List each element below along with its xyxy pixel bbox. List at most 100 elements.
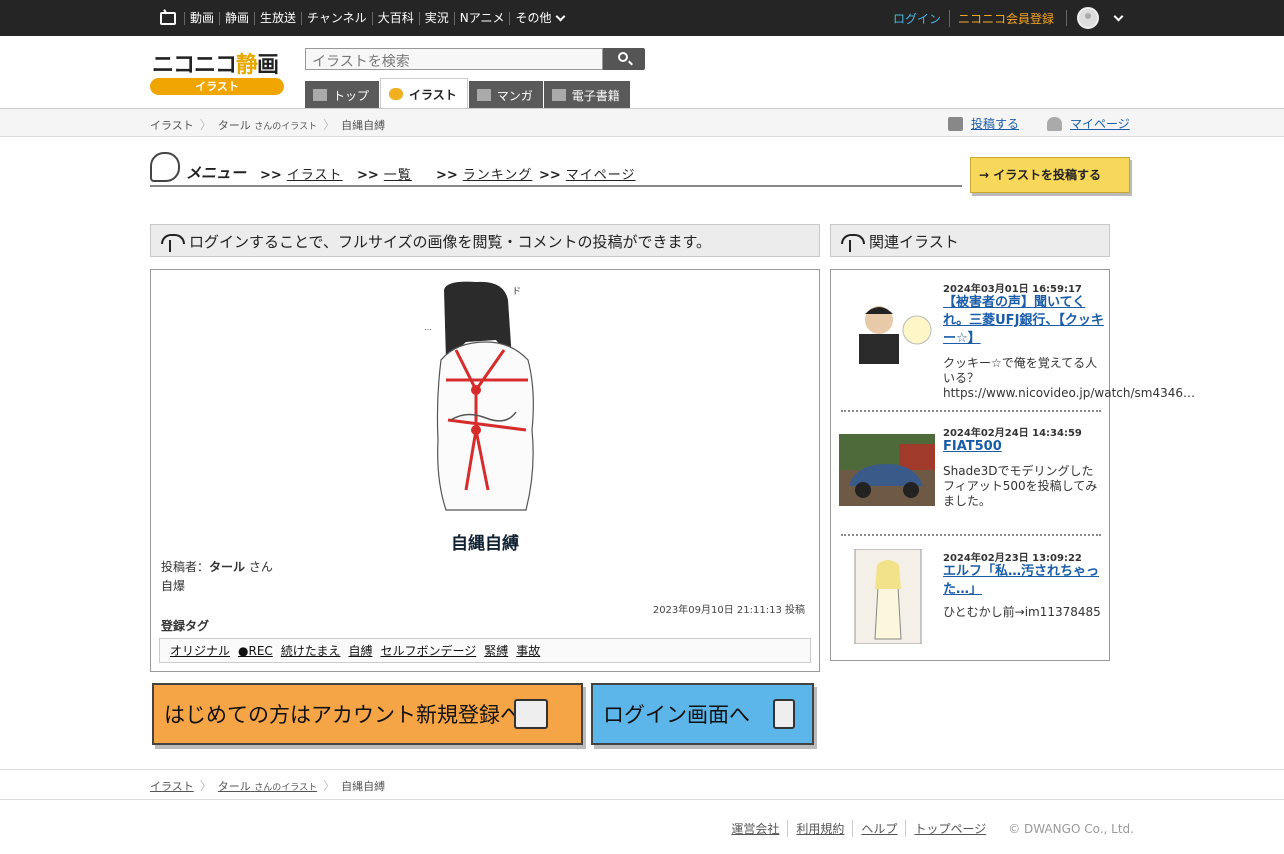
breadcrumb-user-suffix: さんのイラスト xyxy=(254,121,318,132)
post-link-label: 投稿する xyxy=(971,117,1020,131)
posted-timestamp: 2023年09月10日 21:11:13 投稿 xyxy=(652,605,805,616)
related-header-text: 関連イラスト xyxy=(869,233,959,251)
breadcrumb-user-suffix: さんのイラスト xyxy=(254,782,318,793)
footer-link-help[interactable]: ヘルプ xyxy=(852,820,905,837)
nav-douga[interactable]: 動画 xyxy=(184,11,219,25)
tab-manga[interactable]: マンガ xyxy=(468,81,543,109)
nav-more[interactable]: その他 xyxy=(509,10,569,25)
menu-link-ranking[interactable]: >> ランキング xyxy=(436,164,532,183)
menu-link-illust-label: イラスト xyxy=(286,168,343,183)
tab-ebook[interactable]: 電子書籍 xyxy=(543,81,630,109)
login-notice-text: ログインすることで、フルサイズの画像を閲覧・コメントの投稿ができます。 xyxy=(189,233,712,251)
breadcrumb-arrow-icon: 〉 xyxy=(323,118,336,132)
breadcrumb-root[interactable]: イラスト xyxy=(150,117,194,133)
search-button[interactable] xyxy=(603,48,645,70)
palette-icon xyxy=(389,88,404,100)
upload-icon xyxy=(948,116,963,131)
nav-more-label: その他 xyxy=(515,10,552,25)
menu-link-illust[interactable]: >> イラスト xyxy=(260,164,343,183)
footer-link-company[interactable]: 運営会社 xyxy=(723,820,787,837)
breadcrumb-user-name: タール xyxy=(217,118,251,132)
related-title[interactable]: エルフ「私…汚されちゃった…」 xyxy=(943,563,1105,599)
login-notice-header: ログインすることで、フルサイズの画像を閲覧・コメントの投稿ができます。 xyxy=(150,224,820,257)
related-text: Shade3Dでモデリングしたフィアット500を投稿してみました。 xyxy=(943,464,1098,508)
breadcrumb-user[interactable]: タール さんのイラスト xyxy=(218,117,317,133)
menu-link-mypage-label: マイページ xyxy=(565,168,636,183)
tag-item[interactable]: 緊縛 xyxy=(484,642,508,659)
tab-manga-label: マンガ xyxy=(496,88,533,103)
illust-description: 自爆 xyxy=(161,579,186,593)
header-actions: 投稿する マイページ xyxy=(948,115,1158,132)
tag-item[interactable]: セルフボンデージ xyxy=(380,642,476,659)
niconico-tv-icon[interactable] xyxy=(160,11,176,25)
tag-item[interactable]: 続けたまえ xyxy=(281,642,341,659)
tab-illust-label: イラスト xyxy=(409,87,457,102)
tag-item[interactable]: 自縛 xyxy=(348,642,372,659)
logo-sub-label: イラスト xyxy=(150,78,284,95)
nav-channel[interactable]: チャンネル xyxy=(301,11,372,25)
global-nav: 動画 静画 生放送 チャンネル 大百科 実況 Nアニメ その他 xyxy=(160,0,569,36)
illust-image[interactable]: ド … xyxy=(416,280,553,520)
illust-title: 自縄自縛 xyxy=(451,534,519,554)
account-area: ログイン ニコニコ会員登録 xyxy=(893,0,1284,36)
section-tabs: トップ イラスト マンガ 電子書籍 xyxy=(305,78,631,109)
signup-banner[interactable]: はじめての方はアカウント新規登録へ xyxy=(152,683,583,745)
avatar[interactable] xyxy=(1077,7,1099,29)
nav-jikkyo[interactable]: 実況 xyxy=(418,11,454,25)
related-thumbnail[interactable] xyxy=(839,549,935,644)
tag-item[interactable]: ●REC xyxy=(238,644,273,658)
footer-link-terms[interactable]: 利用規約 xyxy=(787,820,852,837)
tab-top[interactable]: トップ xyxy=(305,81,380,109)
nav-live[interactable]: 生放送 xyxy=(254,11,301,25)
related-divider xyxy=(841,534,1101,536)
home-icon xyxy=(313,89,327,101)
menu-label: メニュー xyxy=(186,164,247,182)
related-item: 2024年03月01日 16:59:17 【被害者の声】聞いてくれ。三菱UFJ銀… xyxy=(839,280,1195,412)
menu-link-mypage[interactable]: >> マイページ xyxy=(539,164,636,183)
menu-link-list-label: 一覧 xyxy=(383,168,412,183)
breadcrumb-arrow-icon: 〉 xyxy=(199,118,212,132)
manga-icon xyxy=(476,89,491,101)
chevron-down-icon[interactable] xyxy=(1113,11,1124,21)
poster-name[interactable]: タール xyxy=(209,560,245,574)
breadcrumb-root[interactable]: イラスト xyxy=(150,778,194,794)
tab-illust[interactable]: イラスト xyxy=(380,78,468,109)
footer-divider xyxy=(0,769,1284,770)
breadcrumb-bottom: イラスト 〉 タール さんのイラスト 〉 自縄自縛 xyxy=(150,777,385,794)
palette-icon xyxy=(150,152,180,182)
tags-label: 登録タグ xyxy=(161,619,210,633)
related-title[interactable]: FIAT500 xyxy=(943,438,1105,456)
related-thumbnail[interactable] xyxy=(839,294,935,364)
search-icon xyxy=(618,52,628,62)
register-link[interactable]: ニコニコ会員登録 xyxy=(948,9,1062,27)
tag-item[interactable]: オリジナル xyxy=(170,642,230,659)
post-illust-button[interactable]: → イラストを投稿する xyxy=(970,157,1130,193)
login-banner[interactable]: ログイン画面へ xyxy=(591,683,814,745)
related-date: 2024年02月23日 13:09:22 xyxy=(943,553,1082,564)
breadcrumb-user[interactable]: タール さんのイラスト xyxy=(218,778,317,794)
poster-suffix: さん xyxy=(248,560,273,574)
login-link[interactable]: ログイン xyxy=(893,10,949,27)
related-date: 2024年02月24日 14:34:59 xyxy=(943,428,1082,439)
nav-dic[interactable]: 大百科 xyxy=(371,11,419,25)
mypage-link-label: マイページ xyxy=(1070,117,1130,131)
related-title[interactable]: 【被害者の声】聞いてくれ。三菱UFJ銀行、【クッキー☆】 xyxy=(943,294,1105,348)
nav-nanime[interactable]: Nアニメ xyxy=(453,11,510,25)
tag-item[interactable]: 事故 xyxy=(516,642,540,659)
related-item: 2024年02月23日 13:09:22 エルフ「私…汚されちゃった…」 ひとむ… xyxy=(839,549,1103,649)
copyright: © DWANGO Co., Ltd. xyxy=(1008,821,1134,836)
site-logo[interactable]: ニコニコ静画 イラスト xyxy=(150,47,285,95)
mypage-link[interactable]: マイページ xyxy=(1047,115,1130,132)
nav-seiga[interactable]: 静画 xyxy=(219,11,254,25)
footer-link-top[interactable]: トップページ xyxy=(905,820,994,837)
related-thumbnail[interactable] xyxy=(839,434,935,506)
poster-info: 投稿者：タール さん xyxy=(161,558,273,575)
logo-text: ニコニコ静画 xyxy=(152,47,279,79)
post-link[interactable]: 投稿する xyxy=(948,115,1019,132)
chevron-down-icon xyxy=(556,11,566,21)
search-form: イラストを検索 xyxy=(305,48,645,70)
breadcrumb-arrow-icon: 〉 xyxy=(199,779,212,793)
menu-link-list[interactable]: >> 一覧 xyxy=(357,164,412,183)
niconico-tv-icon xyxy=(514,699,548,729)
search-input[interactable]: イラストを検索 xyxy=(305,48,603,70)
